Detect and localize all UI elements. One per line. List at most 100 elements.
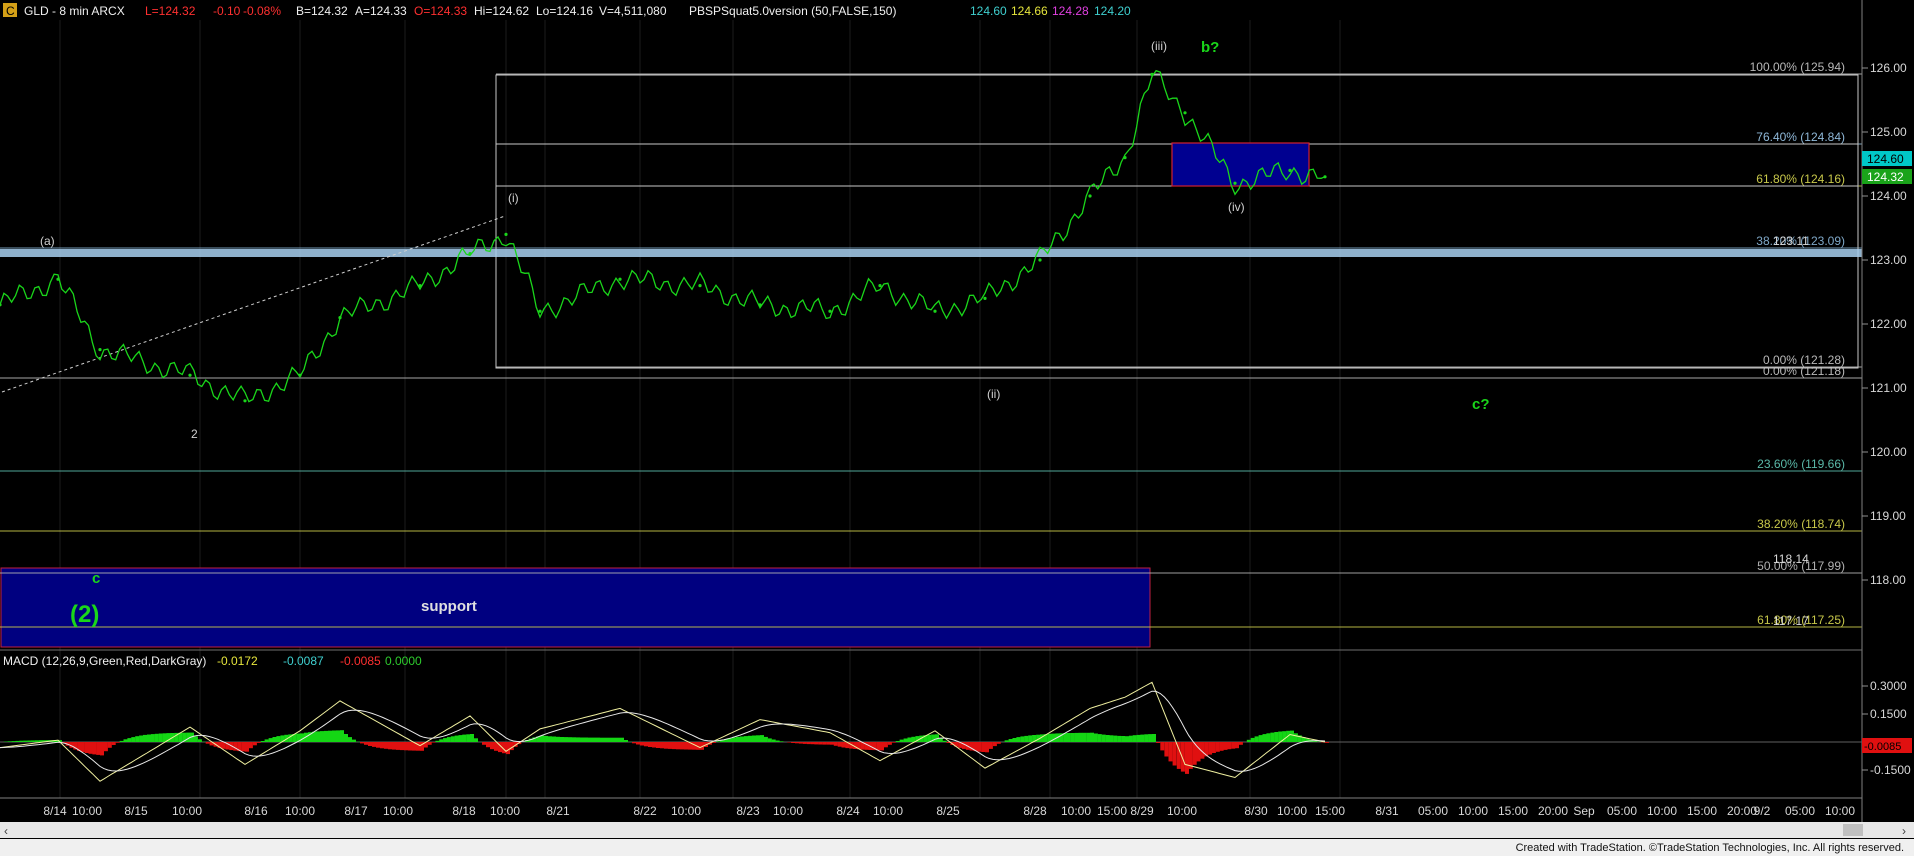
price-point xyxy=(758,303,762,307)
macd-histogram-bar xyxy=(806,742,811,745)
macd-histogram-bar xyxy=(732,737,736,742)
macd-histogram-bar xyxy=(632,742,636,744)
price-point xyxy=(618,277,622,281)
price-axis-label: 120.00 xyxy=(1870,445,1907,459)
time-axis-label: 9/2 xyxy=(1754,804,1771,818)
macd-histogram-bar xyxy=(664,742,668,749)
macd-histogram-bar xyxy=(830,742,834,745)
price-point xyxy=(1288,168,1292,172)
macd-histogram-bar xyxy=(1125,736,1129,742)
header-indicator: PBSPSquat5.0version (50,FALSE,150) xyxy=(689,4,896,18)
price-point xyxy=(1150,72,1154,76)
time-axis-label: 10:00 xyxy=(1647,804,1677,818)
macd-histogram-bar xyxy=(30,740,35,742)
time-axis-label: 8/15 xyxy=(124,804,148,818)
macd-histogram-bar xyxy=(260,741,265,742)
macd-histogram-bar xyxy=(818,742,823,745)
macd-histogram-bar xyxy=(903,738,908,742)
macd-histogram-bar xyxy=(404,742,408,751)
fib-level-label: 76.40% (124.84) xyxy=(1756,130,1845,144)
macd-histogram-bar xyxy=(752,735,756,742)
macd-histogram-bar xyxy=(1004,740,1009,742)
macd-histogram-bar xyxy=(360,742,364,744)
macd-histogram-bar xyxy=(466,734,471,742)
indicator-value: 124.66 xyxy=(1011,4,1048,18)
macd-histogram-bar xyxy=(443,738,448,742)
wave-label-2: 2 xyxy=(191,427,198,441)
macd-histogram-bar xyxy=(1160,742,1165,751)
macd-histogram-bar xyxy=(1164,742,1169,757)
time-axis-label: 10:00 xyxy=(773,804,803,818)
header-open: O=124.33 xyxy=(414,4,467,18)
scroll-thumb[interactable] xyxy=(1843,824,1863,836)
macd-histogram-bar xyxy=(880,742,884,751)
time-axis-label: 8/23 xyxy=(736,804,760,818)
price-point xyxy=(56,277,60,281)
wave-label-iii: (iii) xyxy=(1151,39,1167,53)
macd-histogram-bar xyxy=(600,737,604,742)
macd-histogram-bar xyxy=(115,742,120,743)
horizontal-scrollbar[interactable] xyxy=(0,822,1914,838)
time-axis-label: 10:00 xyxy=(873,804,903,818)
macd-histogram-bar xyxy=(1097,734,1102,742)
macd-histogram-bar xyxy=(1266,733,1271,742)
macd-histogram-bar xyxy=(245,742,249,752)
macd-histogram-bar xyxy=(572,737,576,742)
macd-histogram-bar xyxy=(833,742,838,746)
macd-histogram-bar xyxy=(1148,734,1153,742)
macd-histogram-bar xyxy=(276,736,281,742)
macd-histogram-bar xyxy=(891,742,896,743)
macd-histogram-bar xyxy=(241,742,246,752)
macd-histogram-bar xyxy=(748,735,752,742)
macd-histogram-bar xyxy=(1325,742,1329,743)
header-change-pct: -0.08% xyxy=(243,4,281,18)
macd-histogram-bar xyxy=(427,742,432,745)
macd-histogram-bar xyxy=(506,742,510,755)
macd-histogram-bar xyxy=(652,742,656,748)
macd-histogram-bar xyxy=(620,737,624,742)
price-point xyxy=(1323,175,1327,179)
price-point xyxy=(1123,156,1127,160)
macd-histogram-bar xyxy=(648,742,652,747)
macd-histogram-bar xyxy=(486,742,490,748)
macd-histogram-bar xyxy=(911,736,916,742)
scroll-left-icon[interactable]: ‹ xyxy=(4,824,8,838)
macd-histogram-bar xyxy=(15,740,20,742)
macd-histogram-bar xyxy=(348,737,352,742)
macd-histogram-bar xyxy=(1227,742,1232,750)
scroll-right-icon[interactable]: › xyxy=(1902,824,1906,838)
macd-histogram-bar xyxy=(1215,742,1220,752)
price-tag-green: 124.32 xyxy=(1862,169,1912,184)
macd-histogram-bar xyxy=(644,742,648,747)
price-point xyxy=(698,284,702,288)
macd-histogram-bar xyxy=(1172,742,1177,766)
macd-histogram-bar xyxy=(454,735,459,742)
wave-label-ii: (ii) xyxy=(987,387,1000,401)
macd-histogram-bar xyxy=(11,741,16,742)
macd-histogram-bar xyxy=(364,742,368,745)
macd-histogram-bar xyxy=(205,742,210,744)
macd-histogram-bar xyxy=(548,736,552,742)
macd-histogram-bar xyxy=(332,730,336,742)
macd-histogram-bar xyxy=(822,742,827,745)
macd-histogram-bar xyxy=(1109,735,1114,742)
macd-histogram-bar xyxy=(1293,733,1298,742)
time-axis-label: 05:00 xyxy=(1418,804,1448,818)
time-axis-label: 8/17 xyxy=(344,804,368,818)
time-axis-label: 8/25 xyxy=(936,804,960,818)
macd-histogram-bar xyxy=(408,742,412,751)
price-tag-cyan: 124.60 xyxy=(1862,151,1912,166)
macd-histogram-bar xyxy=(19,740,24,742)
macd-histogram-bar xyxy=(624,740,628,742)
price-point xyxy=(828,309,832,313)
macd-histogram-bar xyxy=(119,740,124,742)
macd-histogram-bar xyxy=(668,742,672,749)
macd-histogram-bar xyxy=(248,742,253,749)
header-hi: Hi=124.62 xyxy=(474,4,529,18)
time-axis-label: 20:00 xyxy=(1538,804,1568,818)
price-point xyxy=(983,296,987,300)
macd-histogram-bar xyxy=(798,742,803,744)
macd-histogram-bar xyxy=(446,737,451,742)
macd-histogram-bar xyxy=(736,736,740,742)
price-point xyxy=(338,316,342,320)
